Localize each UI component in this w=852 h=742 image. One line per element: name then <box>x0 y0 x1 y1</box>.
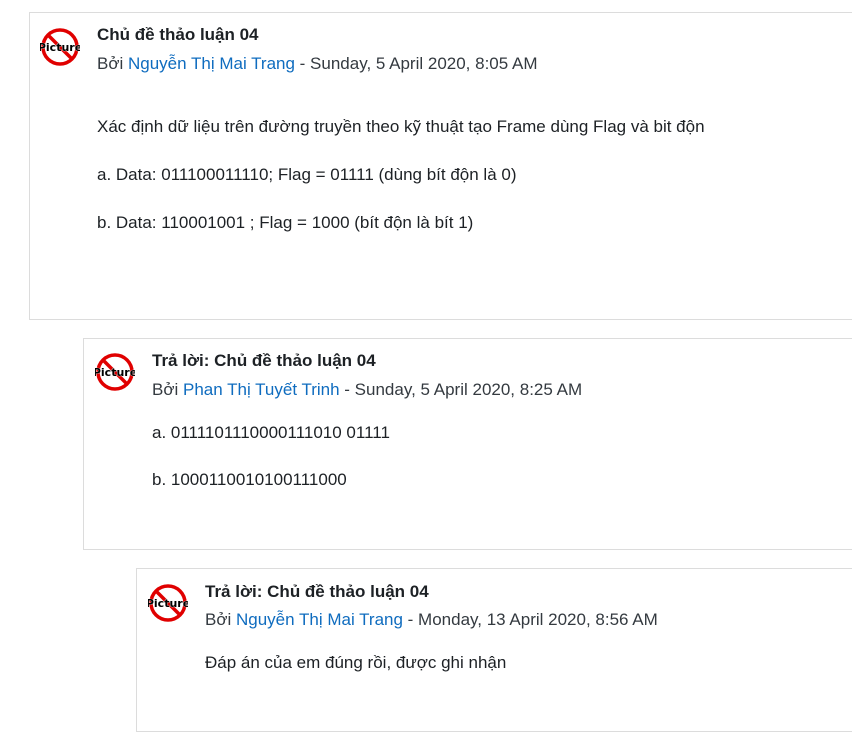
post-paragraph: b. 1000110010100111000 <box>152 470 347 489</box>
post-paragraph: Đáp án của em đúng rồi, được ghi nhận <box>205 653 507 672</box>
post-paragraph: a. 0111101110000111010 01111 <box>152 423 390 442</box>
post-byline: Bởi Nguyễn Thị Mai Trang - Sunday, 5 Apr… <box>97 54 538 74</box>
post-subject: Chủ đề thảo luận 04 <box>97 25 259 44</box>
by-prefix: Bởi <box>152 380 183 399</box>
forum-post: Picture Chủ đề thảo luận 04 Bởi Nguyễn T… <box>29 12 852 320</box>
author-link[interactable]: Phan Thị Tuyết Trinh <box>183 380 340 399</box>
post-byline: Bởi Nguyễn Thị Mai Trang - Monday, 13 Ap… <box>205 610 658 630</box>
forum-reply: Picture Trả lời: Chủ đề thảo luận 04 Bởi… <box>83 338 852 550</box>
post-subject: Trả lời: Chủ đề thảo luận 04 <box>152 351 376 370</box>
author-link[interactable]: Nguyễn Thị Mai Trang <box>128 54 295 73</box>
by-prefix: Bởi <box>97 54 128 73</box>
svg-text:Picture: Picture <box>40 41 80 54</box>
forum-reply: Picture Trả lời: Chủ đề thảo luận 04 Bởi… <box>136 568 852 732</box>
post-date: - Sunday, 5 April 2020, 8:25 AM <box>339 380 583 399</box>
post-paragraph: Xác định dữ liệu trên đường truyền theo … <box>97 117 705 136</box>
post-date: - Monday, 13 April 2020, 8:56 AM <box>402 610 658 629</box>
post-subject: Trả lời: Chủ đề thảo luận 04 <box>205 582 429 601</box>
no-picture-icon[interactable]: Picture <box>38 27 82 67</box>
svg-text:Picture: Picture <box>148 597 188 610</box>
post-paragraph: a. Data: 011100011110; Flag = 01111 (dùn… <box>97 165 517 184</box>
svg-text:Picture: Picture <box>95 366 135 379</box>
post-byline: Bởi Phan Thị Tuyết Trinh - Sunday, 5 Apr… <box>152 380 582 400</box>
by-prefix: Bởi <box>205 610 236 629</box>
post-date: - Sunday, 5 April 2020, 8:05 AM <box>294 54 538 73</box>
no-picture-icon[interactable]: Picture <box>146 583 190 623</box>
post-paragraph: b. Data: 110001001 ; Flag = 1000 (bít độ… <box>97 213 474 232</box>
no-picture-icon[interactable]: Picture <box>93 352 137 392</box>
author-link[interactable]: Nguyễn Thị Mai Trang <box>236 610 403 629</box>
